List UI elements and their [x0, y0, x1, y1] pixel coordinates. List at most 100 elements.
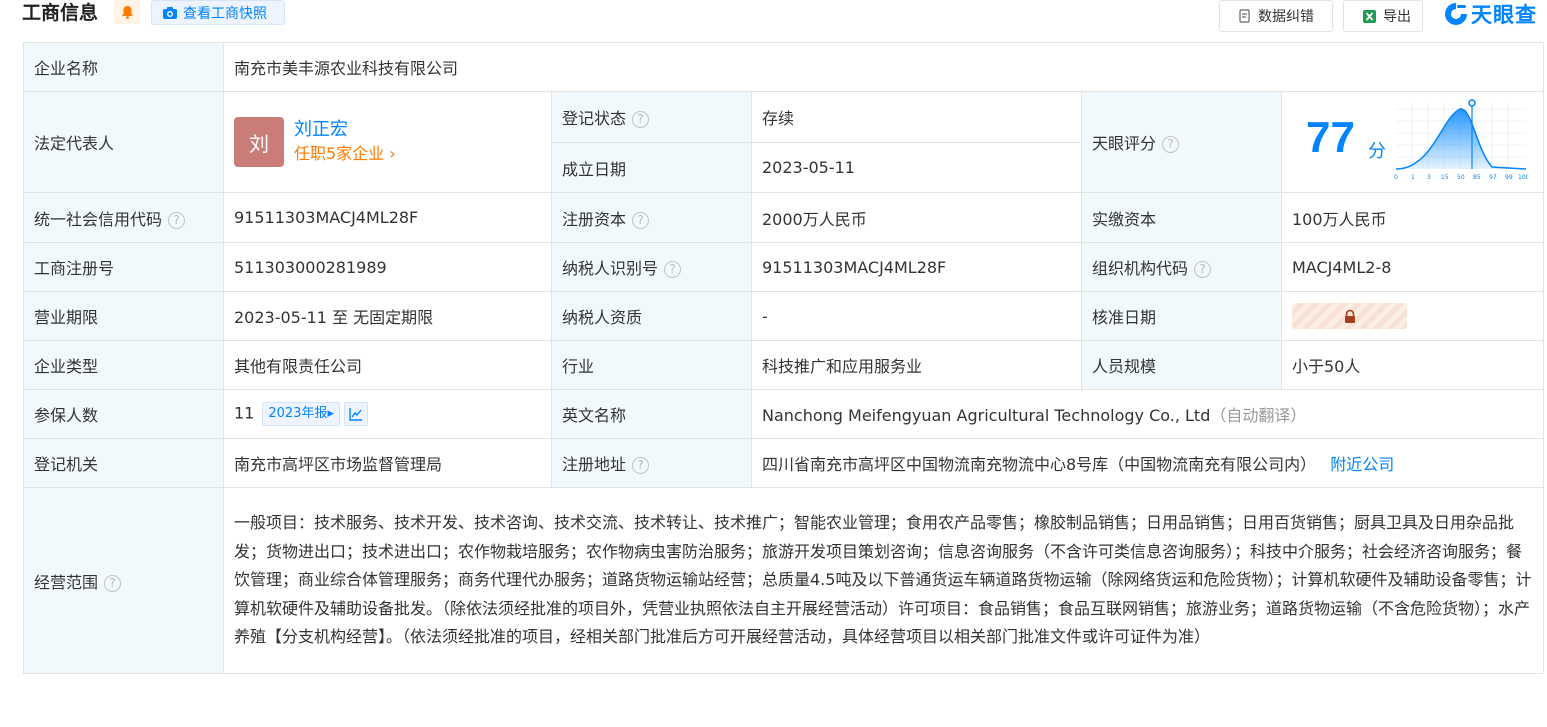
- annual-report-tag[interactable]: 2023年报▸: [262, 402, 340, 426]
- tianyancha-logo: 天眼查: [1443, 0, 1537, 28]
- logo-text: 天眼查: [1471, 3, 1537, 27]
- business-info-table: 企业名称 南充市美丰源农业科技有限公司 法定代表人 刘 刘正宏 任职5家企业 ›…: [23, 42, 1545, 674]
- org-code-value: MACJ4ML2-8: [1280, 242, 1545, 292]
- score-unit: 分: [1368, 141, 1386, 162]
- approval-date-cell: [1280, 291, 1545, 341]
- insured-label: 参保人数: [23, 389, 224, 439]
- term-value: 2023-05-11 至 无固定期限: [223, 291, 552, 341]
- address-value: 四川省南充市高坪区中国物流南充物流中心8号库（中国物流南充有限公司内）: [762, 455, 1317, 474]
- table-row: 营业期限 2023-05-11 至 无固定期限 纳税人资质 - 核准日期: [23, 291, 1545, 341]
- score-tick: 1: [1411, 174, 1415, 181]
- score-tick: 15: [1441, 174, 1449, 181]
- staff-label: 人员规模: [1081, 340, 1282, 390]
- auto-translate-note: （自动翻译）: [1210, 406, 1307, 425]
- status-value: 存续: [751, 91, 1082, 143]
- score-tick: 0: [1394, 174, 1398, 181]
- help-icon[interactable]: ?: [168, 211, 186, 229]
- founded-value: 2023-05-11: [751, 142, 1082, 193]
- table-row: 工商注册号 511303000281989 纳税人识别号? 91511303MA…: [23, 242, 1545, 292]
- taxpayer-id-label-cell: 纳税人识别号?: [551, 242, 752, 292]
- section-header: 工商信息 查看工商快照 数据纠错 导出 天眼查: [0, 0, 1547, 34]
- view-snapshot-label: 查看工商快照: [183, 5, 267, 22]
- paid-capital-label: 实缴资本: [1081, 192, 1282, 243]
- scope-label-cell: 经营范围?: [23, 487, 224, 674]
- chevron-right-icon: ›: [389, 144, 396, 163]
- bell-icon: [121, 6, 133, 19]
- en-name-value: Nanchong Meifengyuan Agricultural Techno…: [762, 406, 1211, 425]
- avatar[interactable]: 刘: [234, 117, 284, 167]
- address-cell: 四川省南充市高坪区中国物流南充物流中心8号库（中国物流南充有限公司内） 附近公司: [750, 438, 1545, 488]
- taxpayer-id-value: 91511303MACJ4ML28F: [751, 242, 1082, 292]
- table-row: 企业名称 南充市美丰源农业科技有限公司: [23, 42, 1545, 92]
- table-row: 登记机关 南充市高坪区市场监督管理局 注册地址? 四川省南充市高坪区中国物流南充…: [23, 438, 1545, 488]
- camera-icon: [163, 6, 177, 19]
- scope-value: 一般项目：技术服务、技术开发、技术咨询、技术交流、技术转让、技术推广；智能农业管…: [222, 487, 1545, 674]
- staff-value: 小于50人: [1280, 340, 1545, 390]
- score-tick: 97: [1489, 174, 1497, 181]
- insured-cell: 11 2023年报▸: [223, 389, 552, 439]
- table-row: 统一社会信用代码? 91511303MACJ4ML28F 注册资本? 2000万…: [23, 192, 1545, 243]
- authority-value: 南充市高坪区市场监督管理局: [223, 438, 552, 488]
- score-tick: 99: [1505, 174, 1513, 181]
- credit-code-label: 统一社会信用代码: [34, 209, 163, 229]
- term-label: 营业期限: [23, 291, 224, 341]
- help-icon[interactable]: ?: [1162, 136, 1180, 153]
- legal-rep-positions-text: 任职5家企业: [294, 144, 385, 163]
- help-icon[interactable]: ?: [632, 211, 650, 229]
- help-icon[interactable]: ?: [632, 457, 650, 474]
- score-tick: 85: [1473, 174, 1481, 181]
- nearby-companies-link[interactable]: 附近公司: [1330, 455, 1394, 474]
- scope-label: 经营范围: [34, 572, 99, 592]
- founded-label: 成立日期: [551, 142, 752, 193]
- score-label: 天眼评分: [1092, 134, 1157, 153]
- help-icon[interactable]: ?: [632, 111, 650, 128]
- help-icon[interactable]: ?: [664, 261, 682, 278]
- paid-capital-value: 100万人民币: [1280, 192, 1545, 243]
- edit-doc-icon: [1239, 9, 1250, 23]
- export-label: 导出: [1383, 9, 1411, 25]
- industry-value: 科技推广和应用服务业: [751, 340, 1082, 390]
- legal-rep-name-link[interactable]: 刘正宏: [294, 118, 396, 142]
- data-correction-button[interactable]: 数据纠错: [1219, 0, 1333, 32]
- trend-chart-icon[interactable]: [343, 402, 368, 426]
- org-code-label-cell: 组织机构代码?: [1081, 242, 1282, 292]
- legal-rep-positions-link[interactable]: 任职5家企业 ›: [294, 142, 396, 166]
- reg-capital-label-cell: 注册资本?: [551, 192, 752, 243]
- section-title: 工商信息: [22, 2, 99, 24]
- en-name-cell: Nanchong Meifengyuan Agricultural Techno…: [750, 389, 1545, 439]
- score-tick: 100: [1518, 174, 1528, 181]
- help-icon[interactable]: ?: [104, 574, 122, 592]
- table-row: 经营范围? 一般项目：技术服务、技术开发、技术咨询、技术交流、技术转让、技术推广…: [23, 487, 1545, 674]
- help-icon[interactable]: ?: [1194, 261, 1212, 278]
- taxpayer-qual-label: 纳税人资质: [551, 291, 752, 341]
- data-correction-label: 数据纠错: [1258, 9, 1314, 25]
- legal-rep-cell: 刘 刘正宏 任职5家企业 ›: [223, 91, 552, 193]
- score-tick: 50: [1457, 174, 1465, 181]
- company-name: 南充市美丰源农业科技有限公司: [222, 42, 1545, 92]
- legal-rep-label: 法定代表人: [23, 91, 224, 193]
- monitor-bell-button[interactable]: [114, 0, 140, 24]
- credit-code-value: 91511303MACJ4ML28F: [223, 192, 552, 243]
- table-row: 企业类型 其他有限责任公司 行业 科技推广和应用服务业 人员规模 小于50人: [23, 340, 1545, 390]
- score-label-cell: 天眼评分?: [1081, 91, 1282, 193]
- type-value: 其他有限责任公司: [223, 340, 552, 390]
- address-label-cell: 注册地址?: [551, 438, 752, 488]
- company-name-label: 企业名称: [23, 42, 224, 92]
- status-label: 登记状态: [562, 109, 627, 128]
- locked-content[interactable]: [1292, 303, 1407, 329]
- status-label-cell: 登记状态?: [551, 91, 752, 143]
- score-cell[interactable]: 77 分 0 1 3 15 50 85 97 99 100: [1280, 91, 1545, 193]
- reg-no-value: 511303000281989: [223, 242, 552, 292]
- reg-no-label: 工商注册号: [23, 242, 224, 292]
- taxpayer-qual-value: -: [751, 291, 1082, 341]
- score-distribution-chart: 0 1 3 15 50 85 97 99 100: [1394, 99, 1528, 181]
- type-label: 企业类型: [23, 340, 224, 390]
- address-label: 注册地址: [562, 455, 627, 474]
- view-snapshot-button[interactable]: 查看工商快照: [151, 0, 285, 25]
- logo-icon: [1445, 3, 1467, 25]
- table-row: 法定代表人 刘 刘正宏 任职5家企业 › 登记状态? 存续 天眼评分? 77 分: [23, 91, 1545, 193]
- org-code-label: 组织机构代码: [1092, 259, 1189, 278]
- export-button[interactable]: 导出: [1343, 0, 1423, 32]
- score-tick: 3: [1427, 174, 1431, 181]
- lock-icon: [1344, 309, 1355, 323]
